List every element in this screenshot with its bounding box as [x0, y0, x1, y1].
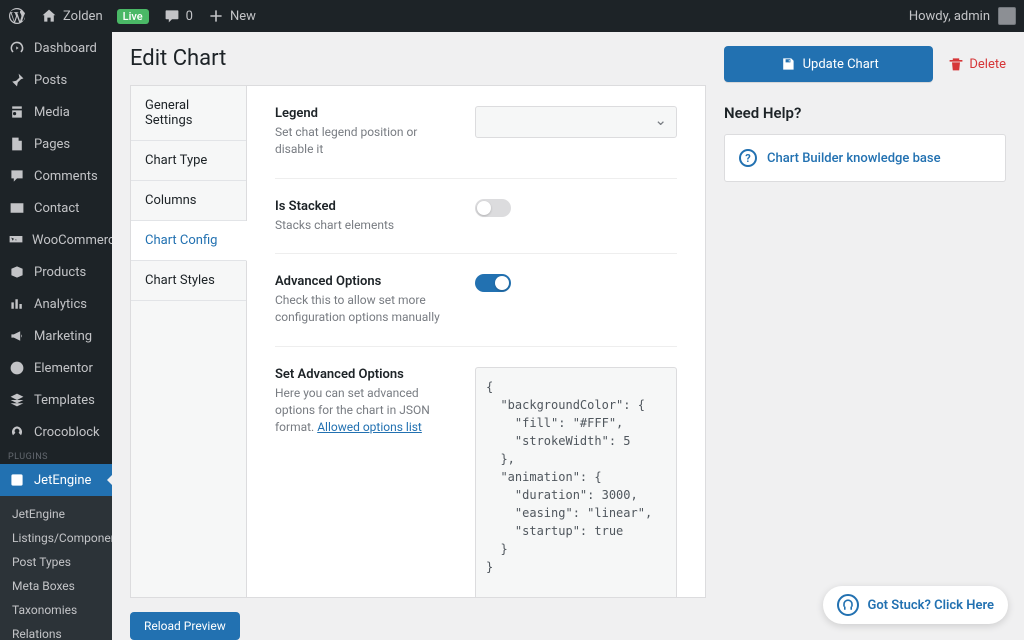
tab-general[interactable]: General Settings: [131, 86, 246, 141]
settings-panel: General Settings Chart Type Columns Char…: [130, 85, 706, 598]
wordpress-icon: [8, 7, 26, 25]
sidebar-item-woocommerce[interactable]: WooCommerce: [0, 224, 112, 256]
page-title: Edit Chart: [130, 46, 706, 71]
stuck-label: Got Stuck? Click Here: [867, 598, 994, 613]
sidebar-item-crocoblock[interactable]: Crocoblock: [0, 416, 112, 448]
sub-listings[interactable]: Listings/Components: [0, 526, 112, 550]
sub-taxonomies[interactable]: Taxonomies: [0, 598, 112, 622]
avatar[interactable]: [998, 7, 1016, 25]
sidebar-item-media[interactable]: Media: [0, 96, 112, 128]
sub-posttypes[interactable]: Post Types: [0, 550, 112, 574]
sidebar-item-marketing[interactable]: Marketing: [0, 320, 112, 352]
advanced-options-textarea[interactable]: [475, 367, 677, 597]
admin-toolbar: Zolden Live 0 New Howdy, admin: [0, 0, 1024, 32]
media-icon: [8, 103, 26, 121]
field-legend: Legend Set chat legend position or disab…: [275, 86, 677, 179]
sidebar-item-contact[interactable]: Contact: [0, 192, 112, 224]
tab-styles[interactable]: Chart Styles: [131, 261, 246, 301]
help-box: ? Chart Builder knowledge base: [724, 134, 1006, 182]
mail-icon: [8, 199, 26, 217]
save-icon: [779, 55, 797, 73]
sidebar-item-posts[interactable]: Posts: [0, 64, 112, 96]
jetengine-icon: [8, 471, 26, 489]
plugins-separator: PLUGINS: [0, 448, 112, 464]
headset-icon: [837, 594, 859, 616]
help-link[interactable]: Chart Builder knowledge base: [767, 151, 941, 166]
plus-icon: [207, 7, 225, 25]
help-title: Need Help?: [724, 104, 1006, 122]
pin-icon: [8, 71, 26, 89]
tab-type[interactable]: Chart Type: [131, 141, 246, 181]
legend-select[interactable]: [475, 106, 677, 138]
wp-logo[interactable]: [8, 7, 26, 25]
comments-link[interactable]: 0: [163, 7, 193, 25]
stacked-title: Is Stacked: [275, 199, 455, 214]
megaphone-icon: [8, 327, 26, 345]
field-advanced: Advanced Options Check this to allow set…: [275, 254, 677, 347]
page-icon: [8, 135, 26, 153]
sidebar-item-dashboard[interactable]: Dashboard: [0, 32, 112, 64]
dashboard-icon: [8, 39, 26, 57]
legend-title: Legend: [275, 106, 455, 121]
got-stuck-button[interactable]: Got Stuck? Click Here: [823, 586, 1008, 624]
set-advanced-desc: Here you can set advanced options for th…: [275, 385, 455, 435]
settings-tabs: General Settings Chart Type Columns Char…: [131, 86, 247, 597]
sidebar-item-templates[interactable]: Templates: [0, 384, 112, 416]
trash-icon: [947, 55, 965, 73]
tab-columns[interactable]: Columns: [131, 181, 246, 221]
sidebar-item-pages[interactable]: Pages: [0, 128, 112, 160]
woo-icon: [8, 231, 24, 249]
stacked-toggle[interactable]: [475, 199, 511, 217]
stacked-desc: Stacks chart elements: [275, 217, 455, 234]
howdy-text[interactable]: Howdy, admin: [909, 9, 990, 24]
advanced-desc: Check this to allow set more configurati…: [275, 292, 455, 326]
help-icon: ?: [739, 149, 757, 167]
admin-sidebar: Dashboard Posts Media Pages Comments Con…: [0, 32, 112, 640]
update-chart-button[interactable]: Update Chart: [724, 46, 933, 82]
sidebar-item-jetengine[interactable]: JetEngine: [0, 464, 112, 496]
reload-preview-button[interactable]: Reload Preview: [130, 612, 240, 640]
delete-button[interactable]: Delete: [947, 55, 1006, 73]
new-link[interactable]: New: [207, 7, 256, 25]
advanced-title: Advanced Options: [275, 274, 455, 289]
sub-metaboxes[interactable]: Meta Boxes: [0, 574, 112, 598]
live-badge[interactable]: Live: [117, 9, 149, 24]
sidebar-item-elementor[interactable]: Elementor: [0, 352, 112, 384]
layers-icon: [8, 391, 26, 409]
jetengine-submenu: JetEngine Listings/Components Post Types…: [0, 496, 112, 640]
advanced-toggle[interactable]: [475, 274, 511, 292]
sidebar-item-analytics[interactable]: Analytics: [0, 288, 112, 320]
sub-relations[interactable]: Relations: [0, 622, 112, 640]
sub-jetengine[interactable]: JetEngine: [0, 502, 112, 526]
set-advanced-title: Set Advanced Options: [275, 367, 455, 382]
field-stacked: Is Stacked Stacks chart elements: [275, 179, 677, 255]
croco-icon: [8, 423, 26, 441]
box-icon: [8, 263, 26, 281]
elementor-icon: [8, 359, 26, 377]
field-set-advanced: Set Advanced Options Here you can set ad…: [275, 347, 677, 597]
site-link[interactable]: Zolden: [40, 7, 103, 25]
sidebar-item-products[interactable]: Products: [0, 256, 112, 288]
tab-config[interactable]: Chart Config: [131, 221, 247, 261]
legend-desc: Set chat legend position or disable it: [275, 124, 455, 158]
sidebar-item-comments[interactable]: Comments: [0, 160, 112, 192]
comment-icon: [163, 7, 181, 25]
allowed-options-link[interactable]: Allowed options list: [317, 420, 422, 434]
chart-icon: [8, 295, 26, 313]
home-icon: [40, 7, 58, 25]
comment-icon: [8, 167, 26, 185]
